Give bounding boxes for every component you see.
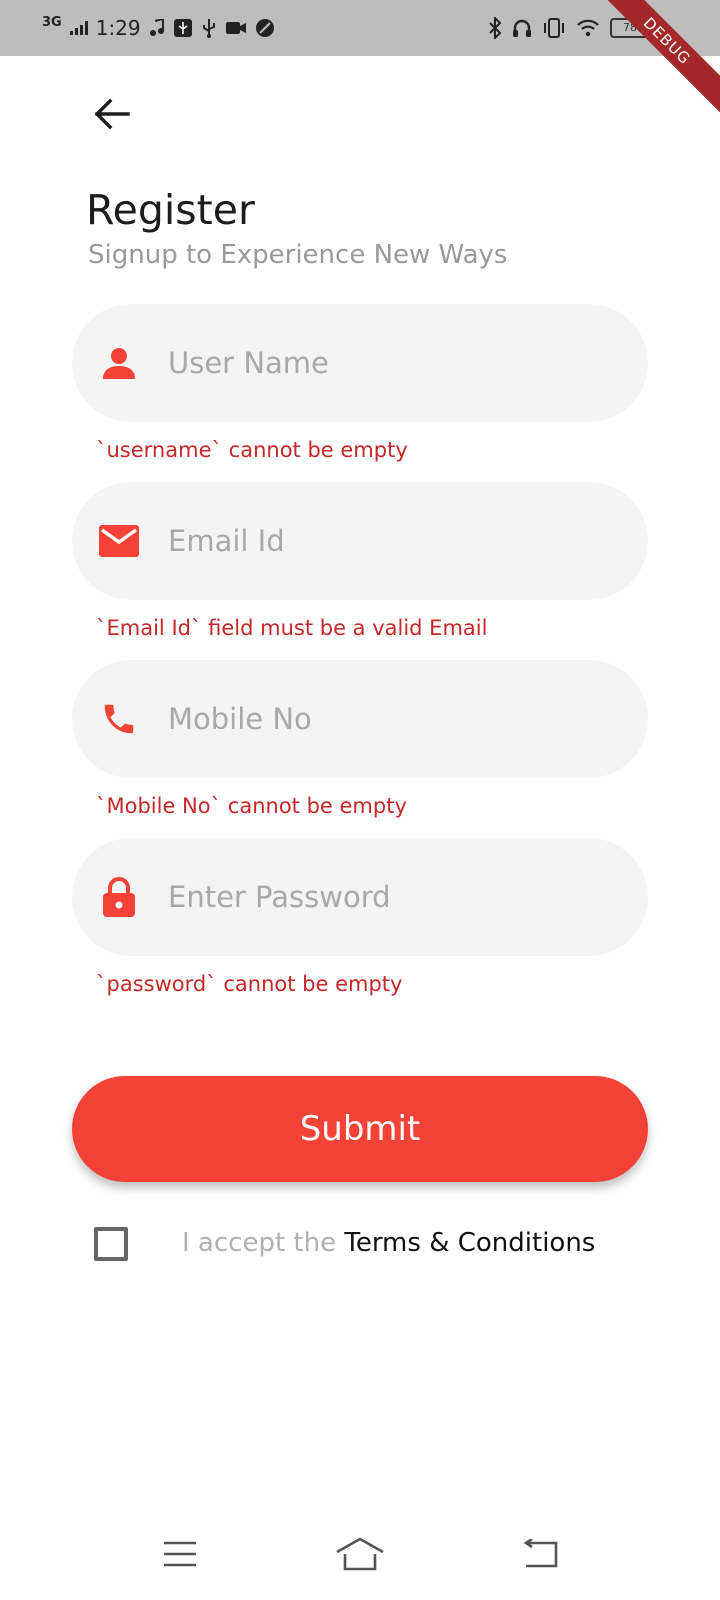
arrow-left-icon xyxy=(94,98,130,130)
wifi-icon xyxy=(576,19,600,37)
status-bar: 3G 1:29 78 xyxy=(0,0,720,56)
submit-button[interactable]: Submit xyxy=(72,1076,648,1182)
vibrate-icon xyxy=(542,18,566,38)
menu-icon xyxy=(164,1541,196,1567)
terms-prefix: I accept the xyxy=(182,1228,345,1258)
back-nav-button[interactable] xyxy=(510,1534,570,1574)
person-icon xyxy=(98,342,140,384)
system-nav-bar xyxy=(0,1520,720,1600)
email-field[interactable] xyxy=(72,482,648,600)
mobile-field[interactable] xyxy=(72,660,648,778)
video-icon xyxy=(225,20,247,36)
terms-link[interactable]: Terms & Conditions xyxy=(344,1228,595,1258)
mobile-input[interactable] xyxy=(168,690,608,748)
terms-text: I accept the Terms & Conditions xyxy=(182,1228,595,1258)
page-subtitle: Signup to Experience New Ways xyxy=(88,240,508,270)
username-input[interactable] xyxy=(168,334,608,392)
usb-debug-icon xyxy=(173,18,193,38)
bluetooth-icon xyxy=(488,17,502,39)
back-button[interactable] xyxy=(92,94,132,134)
email-error: `Email Id` field must be a valid Email xyxy=(96,616,488,640)
signal-icon xyxy=(69,21,88,35)
home-button[interactable] xyxy=(330,1534,390,1574)
status-left: 3G 1:29 xyxy=(42,14,275,42)
password-error: `password` cannot be empty xyxy=(96,972,403,996)
headphones-icon xyxy=(512,18,532,38)
menu-button[interactable] xyxy=(150,1534,210,1574)
password-field[interactable] xyxy=(72,838,648,956)
phone-icon xyxy=(98,698,140,740)
music-note-icon xyxy=(149,19,165,37)
lock-icon xyxy=(98,876,140,918)
back-nav-icon xyxy=(523,1539,558,1568)
mobile-error: `Mobile No` cannot be empty xyxy=(96,794,407,818)
mail-icon xyxy=(98,520,140,562)
username-field[interactable] xyxy=(72,304,648,422)
usb-icon xyxy=(201,18,217,38)
password-input[interactable] xyxy=(168,868,608,926)
leaf-icon xyxy=(255,18,275,38)
home-icon xyxy=(336,1537,384,1571)
username-error: `username` cannot be empty xyxy=(96,438,408,462)
page-title: Register xyxy=(86,186,255,234)
clock: 1:29 xyxy=(95,16,141,40)
terms-checkbox[interactable] xyxy=(94,1227,128,1261)
email-input[interactable] xyxy=(168,512,608,570)
network-type: 3G xyxy=(42,14,62,30)
